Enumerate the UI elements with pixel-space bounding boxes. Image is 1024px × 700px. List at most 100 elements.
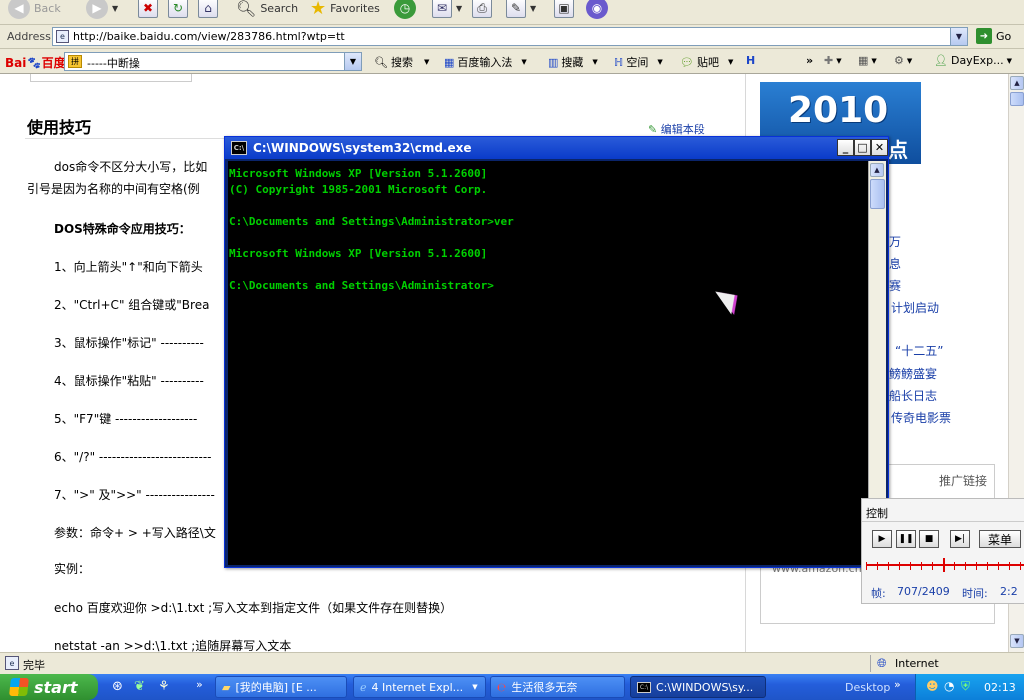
taskbar-item-explorer[interactable]: ▰ [我的电脑] [E ... [215, 676, 347, 698]
settings-button[interactable]: ⚙ ▼ [894, 54, 912, 67]
folder-icon: ▰ [222, 680, 231, 694]
home-icon: ⌂ [198, 0, 218, 18]
edit-section-link[interactable]: ✎ 编辑本段 [648, 121, 705, 137]
top-tab-fragment [30, 74, 192, 82]
shield-icon[interactable]: ⛨ [961, 679, 970, 694]
sidebar-link-7[interactable]: 船长日志 [889, 387, 937, 404]
scroll-down-icon[interactable]: ▼ [1010, 634, 1024, 648]
print-button[interactable]: ⎙ [472, 0, 492, 20]
history-button[interactable]: ◷ [394, 0, 416, 20]
cmd-app-icon[interactable]: C:\ [231, 141, 247, 155]
go-button[interactable]: ➜ Go [976, 28, 1011, 44]
sidebar-link-6[interactable]: 鳑鳑盛宴 [889, 365, 937, 382]
chat-bubble-icon: 💬︎ [680, 55, 694, 69]
go-label: Go [996, 29, 1012, 43]
cmd-scroll-thumb[interactable] [870, 179, 885, 209]
mail-dropdown-icon: ▼ [456, 3, 463, 13]
address-dropdown-icon[interactable]: ▼ [950, 28, 967, 45]
maximize-button[interactable]: □ [854, 139, 871, 156]
input-method-button[interactable]: ▦ 百度输入法 ▼ [444, 54, 527, 70]
pause-button[interactable]: ❚❚ [896, 530, 916, 548]
console-line-1: Microsoft Windows XP [Version 5.1.2600] [229, 167, 488, 180]
media-menu-button[interactable]: 菜单 [979, 530, 1021, 548]
research-button[interactable]: ▣ [554, 0, 574, 20]
stop-button[interactable]: ✖ [138, 0, 158, 20]
forward-button[interactable]: ▶ ▼ [86, 0, 118, 20]
media-title-divider [862, 521, 1024, 522]
sidebar-link-8[interactable]: 传奇电影票 [891, 409, 951, 426]
back-button[interactable]: ◀ Back [8, 0, 61, 20]
space-label: 空间 [626, 56, 649, 69]
baidu-search-input[interactable]: 拼 -----中断操 ▼ [64, 52, 362, 71]
stop-media-button[interactable]: ■ [919, 530, 939, 548]
taskbar-item-ie-group[interactable]: ℯ 4 Internet Expl... ▼ [353, 676, 486, 698]
console-line-6: Microsoft Windows XP [Version 5.1.2600] [229, 247, 488, 260]
minimize-button[interactable]: _ [837, 139, 854, 156]
desktop-toolbar-label[interactable]: Desktop [845, 681, 890, 694]
favorites-collect-button[interactable]: ▥ 搜藏 ▼ [548, 54, 598, 70]
scroll-thumb[interactable] [1010, 92, 1024, 106]
taskbar-item-cmd[interactable]: C:\ C:\WINDOWS\sy... [630, 676, 766, 698]
timeline-thumb[interactable] [943, 558, 945, 572]
grid-button[interactable]: ▦ ▼ [858, 54, 877, 67]
cmd-window[interactable]: C:\ C:\WINDOWS\system32\cmd.exe _ □ ✕ Mi… [224, 136, 889, 568]
taskbar-item-chrome[interactable]: ℮ 生活很多无奈 [490, 676, 625, 698]
desktop-screen: { "toolbar": { "back_label": "Back", "se… [0, 0, 1024, 700]
addon-plus-button[interactable]: ✚ ▼ [824, 54, 842, 67]
sidebar-link-3[interactable]: 赛 [889, 277, 901, 294]
baidu-logo-main: Bai [5, 56, 27, 70]
ie-icon: ℯ [360, 680, 367, 694]
dayexp-button[interactable]: 👤︎ DayExp... ▼ [934, 54, 1012, 67]
sidebar-link-4[interactable]: 计划启动 [891, 299, 939, 316]
sidebar-link-2[interactable]: 息 [889, 255, 901, 272]
hi-button[interactable]: H [746, 54, 755, 67]
taskbar: start ⊛ ❦ ⚘ » ▰ [我的电脑] [E ... ℯ 4 Intern… [0, 674, 1024, 700]
messenger-button[interactable]: ◉ [586, 0, 608, 20]
timeline-slider[interactable] [866, 558, 1024, 575]
settings-dropdown-icon: ▼ [906, 56, 913, 65]
refresh-button[interactable]: ↻ [168, 0, 188, 20]
play-button[interactable]: ▶ [872, 530, 892, 548]
quicklaunch-more-icon[interactable]: » [196, 678, 203, 691]
home-button[interactable]: ⌂ [198, 0, 218, 20]
space-button[interactable]: ℍ 空间 ▼ [614, 54, 663, 70]
para1-line1: dos命令不区分大小写，比如 [54, 160, 208, 174]
space-dropdown-icon: ▼ [657, 58, 663, 66]
media-control-panel[interactable]: 控制 ▶ ❚❚ ■ ▶| 菜单 帧: 707/2409 时间: 2:2 [861, 498, 1024, 604]
status-text: 完毕 [23, 659, 45, 672]
quicklaunch-icon-2[interactable]: ❦ [134, 679, 145, 694]
baidu-logo[interactable]: Bai🐾︎百度 [5, 54, 66, 71]
tip-item-3: 3、鼠标操作"标记" ---------- [54, 336, 204, 350]
scroll-up-icon[interactable]: ▲ [1010, 76, 1024, 90]
console-output[interactable]: Microsoft Windows XP [Version 5.1.2600] … [228, 161, 868, 565]
cmd-scroll-up-icon[interactable]: ▲ [870, 163, 884, 177]
more-label: » [806, 54, 814, 67]
tip-item-6: 6、"/?" -------------------------- [54, 450, 212, 464]
tray-icon-2[interactable]: ◔ [944, 679, 954, 693]
baidu-dropdown-icon[interactable]: ▼ [344, 53, 361, 70]
more-chevron[interactable]: » [806, 54, 813, 67]
start-button[interactable]: start [0, 674, 98, 700]
close-button[interactable]: ✕ [871, 139, 888, 156]
clock: 02:13 [984, 681, 1016, 694]
mail-button[interactable]: ✉ ▼ [432, 0, 462, 20]
sidebar-link-5[interactable]: “十二五” [895, 342, 943, 359]
address-input[interactable]: e http://baike.baidu.com/view/283786.htm… [52, 27, 968, 46]
edit-pencil-icon: ✎ [648, 123, 658, 136]
tieba-button[interactable]: 💬︎ 贴吧 ▼ [680, 54, 733, 70]
favorites-button[interactable]: ★ Favorites [310, 0, 380, 20]
console-line-4: C:\Documents and Settings\Administrator>… [229, 215, 514, 228]
quicklaunch-icon-3[interactable]: ⚘ [158, 679, 170, 694]
quicklaunch-icon-1[interactable]: ⊛ [112, 679, 123, 694]
next-frame-button[interactable]: ▶| [950, 530, 970, 548]
sidebar-link-1[interactable]: 万 [889, 233, 901, 250]
user-icon: 👤︎ [934, 54, 948, 67]
gear-icon: ⚙ [894, 54, 904, 67]
desktop-more-icon[interactable]: » [894, 678, 901, 691]
edit-section-label: 编辑本段 [660, 123, 705, 136]
search-button[interactable]: 🔍︎ Search [236, 0, 298, 20]
baidu-search-button[interactable]: 🔍︎ 搜索 ▼ [374, 54, 429, 70]
cmd-title-bar[interactable]: C:\ C:\WINDOWS\system32\cmd.exe _ □ ✕ [225, 137, 888, 159]
edit-button[interactable]: ✎ ▼ [506, 0, 536, 20]
tray-icon-1[interactable]: ☻ [926, 679, 939, 693]
